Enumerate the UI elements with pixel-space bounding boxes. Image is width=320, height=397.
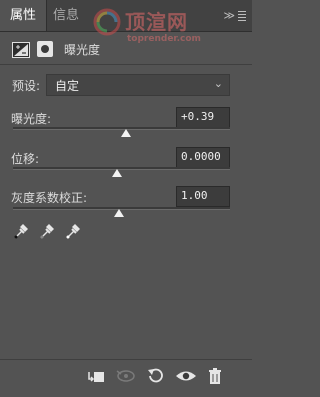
gamma-input[interactable]: 1.00 [176, 186, 230, 207]
gamma-value: 1.00 [181, 189, 208, 202]
preset-value: 自定 [55, 79, 80, 93]
view-previous-icon[interactable] [114, 366, 136, 386]
exposure-slider-thumb[interactable] [120, 129, 131, 137]
black-point-eyedropper-icon[interactable] [13, 222, 29, 240]
visibility-icon[interactable] [174, 366, 198, 386]
gray-point-eyedropper-icon[interactable] [39, 222, 55, 240]
exposure-adjustment-icon[interactable] [12, 42, 30, 58]
divider [0, 64, 252, 65]
exposure-label: 曝光度: [11, 112, 52, 126]
panel-menu-icon[interactable] [238, 11, 246, 23]
chevron-down-icon: ⌄ [213, 77, 223, 90]
watermark-subtext: toprender.com [127, 34, 201, 44]
collapse-panel-icon[interactable]: ≫ [223, 9, 234, 22]
preset-select[interactable]: 自定 ⌄ [46, 74, 230, 96]
watermark-text: 顶渲网 [125, 10, 188, 34]
watermark-logo-icon [93, 8, 121, 36]
exposure-value: +0.39 [181, 110, 215, 123]
reset-icon[interactable] [146, 366, 166, 386]
offset-label: 位移: [11, 152, 40, 166]
delete-icon[interactable] [206, 366, 224, 386]
offset-input[interactable]: 0.0000 [176, 147, 230, 168]
panel-footer [0, 360, 252, 397]
gamma-label: 灰度系数校正: [11, 191, 88, 205]
exposure-input[interactable]: +0.39 [176, 107, 230, 128]
offset-value: 0.0000 [181, 150, 221, 163]
white-point-eyedropper-icon[interactable] [65, 222, 81, 240]
layer-mask-icon[interactable] [37, 41, 53, 57]
clip-to-layer-icon[interactable] [86, 366, 106, 386]
gamma-slider-thumb[interactable] [114, 209, 125, 217]
tab-info[interactable]: 信息 [53, 0, 83, 31]
preset-label: 预设: [12, 79, 41, 93]
offset-slider-thumb[interactable] [112, 169, 123, 177]
adjustment-title: 曝光度 [64, 43, 101, 57]
tab-properties[interactable]: 属性 [0, 0, 47, 31]
properties-panel: 属性 信息 ≫ 顶渲网 toprender.com 曝光度 预设: 自定 ⌄ 曝… [0, 0, 252, 397]
